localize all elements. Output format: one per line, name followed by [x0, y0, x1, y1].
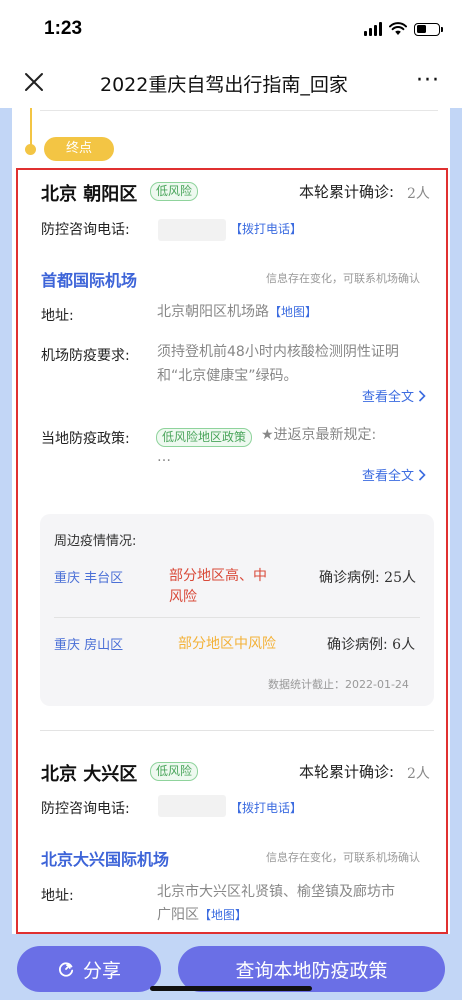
home-indicator — [150, 986, 312, 991]
cellular-signal-icon — [364, 22, 382, 36]
end-point-badge: 终点 — [44, 137, 114, 161]
share-button[interactable]: 分享 — [17, 946, 161, 992]
status-bar: 1:23 — [0, 0, 462, 58]
timeline-line — [30, 108, 32, 148]
close-icon[interactable] — [22, 70, 46, 94]
wifi-icon — [389, 22, 407, 35]
page-title: 2022重庆自驾出行指南_回家 — [100, 74, 348, 96]
highlight-box — [16, 168, 448, 934]
battery-icon — [414, 22, 443, 36]
status-icons — [364, 22, 443, 36]
status-time: 1:23 — [44, 18, 83, 39]
divider — [40, 110, 438, 111]
timeline-dot — [25, 144, 36, 155]
share-icon — [58, 962, 74, 977]
more-icon[interactable]: ··· — [416, 70, 440, 92]
nav-bar: 2022重庆自驾出行指南_回家 ··· — [0, 58, 462, 108]
